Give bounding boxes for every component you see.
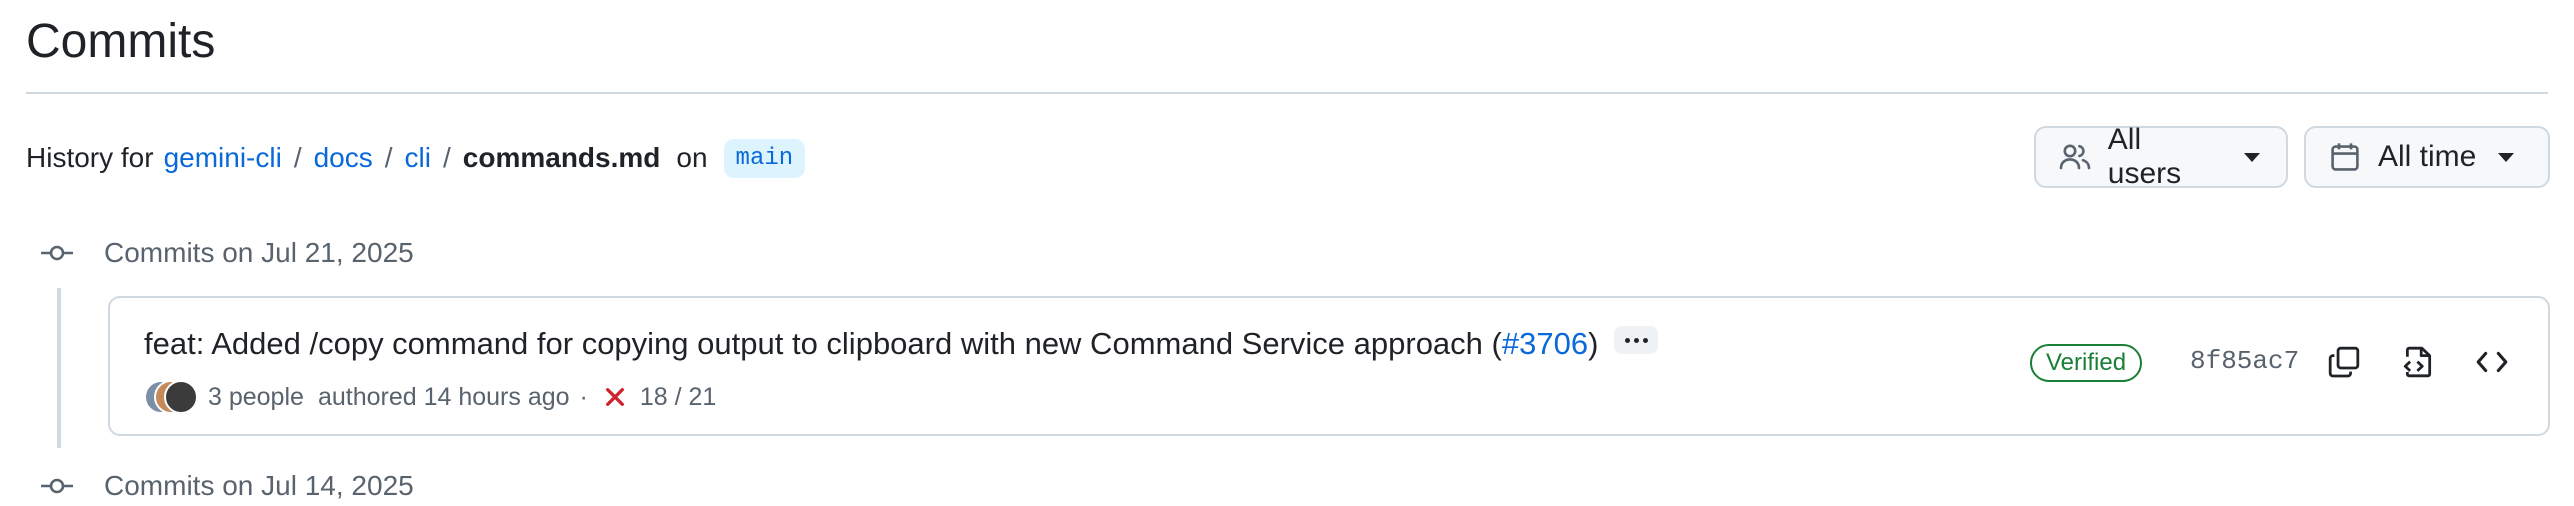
branch-badge[interactable]: main xyxy=(723,138,806,178)
checks-count[interactable]: 18 / 21 xyxy=(640,383,716,412)
calendar-icon xyxy=(2328,140,2362,174)
people-icon xyxy=(2058,140,2092,174)
commit-group-heading: Commits on Jul 21, 2025 xyxy=(40,233,414,273)
breadcrumb-separator: / xyxy=(293,142,302,173)
on-label: on xyxy=(676,142,708,173)
all-time-button[interactable]: All time xyxy=(2304,126,2550,188)
breadcrumb-file: commands.md xyxy=(462,142,661,173)
breadcrumb-repo-link[interactable]: gemini-cli xyxy=(164,142,282,174)
commit-message[interactable]: feat: Added /copy command for copying ou… xyxy=(144,326,1659,362)
code-icon[interactable] xyxy=(2472,342,2512,382)
authored-time: authored 14 hours ago xyxy=(317,382,570,411)
expand-description-button[interactable] xyxy=(1614,326,1659,354)
all-users-label: All users xyxy=(2107,123,2182,190)
title-divider xyxy=(26,92,2548,94)
meta-separator: · xyxy=(579,382,588,411)
git-commit-icon xyxy=(40,236,74,270)
verified-badge[interactable]: Verified xyxy=(2030,344,2143,382)
all-users-button[interactable]: All users xyxy=(2034,123,2288,190)
commit-sha[interactable]: 8f85ac7 xyxy=(2190,346,2299,376)
author-avatars[interactable] xyxy=(144,380,198,414)
avatar xyxy=(164,380,198,414)
caret-down-icon xyxy=(2498,152,2515,162)
breadcrumb-separator: / xyxy=(443,142,451,173)
history-breadcrumb: History for gemini-cli / docs / cli / co… xyxy=(26,134,806,182)
commit-meta: 3 people authored 14 hours ago · 18 / 21 xyxy=(144,378,716,416)
commit-group-date: Commits on Jul 14, 2025 xyxy=(104,470,414,501)
all-time-label: All time xyxy=(2378,140,2477,173)
pr-link[interactable]: #3706 xyxy=(1502,326,1588,362)
ellipsis-icon xyxy=(1624,337,1648,343)
authors-count[interactable]: 3 people xyxy=(208,383,304,412)
caret-down-icon xyxy=(2244,152,2260,162)
copy-icon[interactable] xyxy=(2324,342,2364,382)
timeline-line xyxy=(57,288,61,448)
breadcrumb-separator: / xyxy=(384,142,393,173)
breadcrumb-cli-link[interactable]: cli xyxy=(405,142,431,174)
x-fail-icon[interactable] xyxy=(602,384,628,410)
history-prefix: History for xyxy=(26,142,154,173)
commit-message-text[interactable]: feat: Added /copy command for copying ou… xyxy=(144,326,1502,362)
commit-group-date: Commits on Jul 21, 2025 xyxy=(104,237,414,268)
commit-message-end: ) xyxy=(1588,326,1599,361)
breadcrumb-docs-link[interactable]: docs xyxy=(314,142,373,174)
commit-group-heading: Commits on Jul 14, 2025 xyxy=(40,466,414,506)
commit-row: feat: Added /copy command for copying ou… xyxy=(108,296,2550,436)
page-title: Commits xyxy=(26,15,216,68)
browse-file-icon[interactable] xyxy=(2398,342,2438,382)
